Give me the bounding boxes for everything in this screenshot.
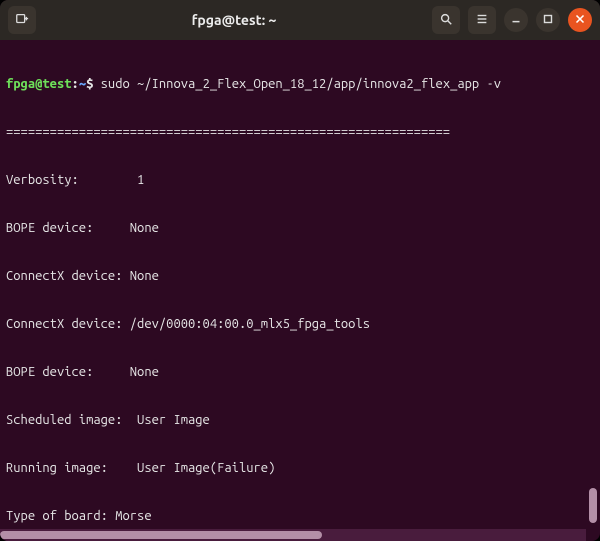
scrollbar-thumb-h[interactable] — [0, 531, 322, 539]
prompt-sep1: : — [72, 77, 79, 91]
info-line: ConnectX device: None — [6, 268, 594, 284]
command-text: sudo ~/Innova_2_Flex_Open_18_12/app/inno… — [101, 77, 501, 91]
search-button[interactable] — [432, 6, 460, 34]
close-icon — [573, 12, 587, 29]
info-line: Verbosity: 1 — [6, 172, 594, 188]
terminal-body[interactable]: fpga@test:~$ sudo ~/Innova_2_Flex_Open_1… — [0, 40, 600, 541]
scrollbar-track — [588, 40, 598, 523]
scrollbar-thumb[interactable] — [589, 488, 597, 523]
search-icon — [439, 12, 453, 29]
terminal-output: fpga@test:~$ sudo ~/Innova_2_Flex_Open_1… — [0, 40, 600, 541]
info-line: Scheduled image: User Image — [6, 412, 594, 428]
maximize-button[interactable] — [536, 8, 560, 32]
new-tab-button[interactable] — [8, 6, 36, 34]
scrollbar-horizontal[interactable] — [0, 529, 586, 541]
minimize-icon — [509, 12, 523, 29]
scrollbar-vertical[interactable] — [588, 40, 598, 523]
prompt-userhost: fpga@test — [6, 77, 72, 91]
terminal-window: fpga@test: ~ — [0, 0, 600, 541]
info-line: Running image: User Image(Failure) — [6, 460, 594, 476]
close-button[interactable] — [568, 8, 592, 32]
menu-button[interactable] — [468, 6, 496, 34]
maximize-icon — [541, 12, 555, 29]
info-line: BOPE device: None — [6, 364, 594, 380]
info-line: Type of board: Morse — [6, 508, 594, 524]
prompt-sep2: $ — [86, 77, 101, 91]
window-title: fpga@test: ~ — [42, 12, 426, 28]
new-tab-icon — [15, 12, 29, 29]
hamburger-icon — [475, 12, 489, 29]
prompt-line: fpga@test:~$ sudo ~/Innova_2_Flex_Open_1… — [6, 76, 594, 92]
info-line: ConnectX device: /dev/0000:04:00.0_mlx5_… — [6, 316, 594, 332]
titlebar: fpga@test: ~ — [0, 0, 600, 40]
rule-line: ========================================… — [6, 124, 594, 140]
prompt-path: ~ — [79, 77, 86, 91]
minimize-button[interactable] — [504, 8, 528, 32]
info-line: BOPE device: None — [6, 220, 594, 236]
